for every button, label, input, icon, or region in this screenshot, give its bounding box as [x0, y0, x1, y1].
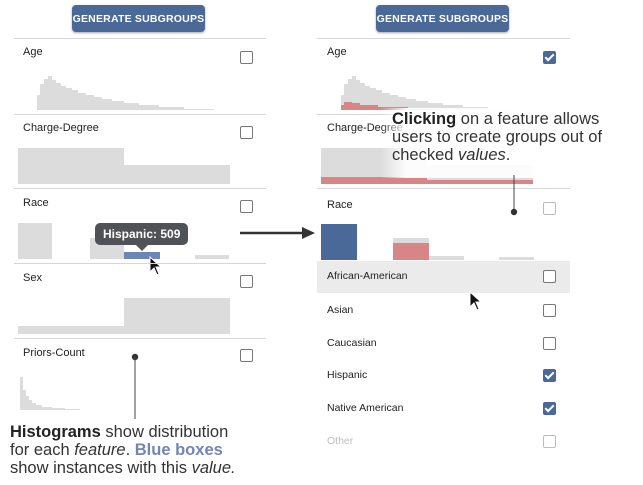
histogram-bar	[18, 223, 52, 259]
checkbox-native-american-checked[interactable]	[543, 402, 556, 415]
divider	[14, 188, 266, 189]
histogram-age	[34, 76, 214, 110]
histogram-bar	[124, 298, 230, 334]
checkbox-priors-count[interactable]	[240, 349, 253, 362]
mouse-cursor-icon	[149, 256, 163, 276]
marker-triangle-icon	[139, 246, 145, 251]
checkbox-age[interactable]	[240, 51, 253, 64]
checkbox-caucasian[interactable]	[543, 337, 556, 350]
annotation-pointer	[131, 353, 139, 419]
histogram-bar	[429, 256, 464, 260]
annotation-histograms: Histograms show distribution for each fe…	[10, 423, 236, 477]
race-value-label: Hispanic	[327, 369, 368, 381]
annotation-pointer	[510, 175, 518, 216]
feature-label-age: Age	[23, 46, 43, 58]
histogram-bar-red	[393, 243, 429, 260]
checkbox-race[interactable]	[543, 202, 556, 215]
divider	[14, 114, 266, 115]
mouse-cursor-icon	[469, 291, 483, 311]
annotation-clicking: Clicking on a feature allows users to cr…	[392, 110, 603, 164]
feature-label-age: Age	[327, 46, 347, 58]
feature-label-race: Race	[23, 197, 49, 209]
checkbox-charge-degree[interactable]	[240, 126, 253, 139]
checkbox-age-checked[interactable]	[543, 51, 556, 64]
checkbox-asian[interactable]	[543, 304, 556, 317]
divider	[14, 338, 266, 339]
tooltip-hispanic: Hispanic: 509	[95, 223, 189, 251]
feature-label-sex: Sex	[23, 272, 42, 284]
generate-subgroups-button-left[interactable]: GENERATE SUBGROUPS	[72, 5, 205, 32]
divider	[14, 38, 266, 39]
divider	[317, 188, 570, 189]
generate-subgroups-button-right[interactable]: GENERATE SUBGROUPS	[376, 5, 509, 32]
histogram-bar	[18, 148, 124, 184]
histogram-priors-count	[20, 377, 80, 410]
divider	[14, 263, 266, 264]
feature-label-priors-count: Priors-Count	[23, 347, 85, 359]
histogram-bar	[18, 326, 124, 334]
race-value-label: Caucasian	[327, 337, 377, 349]
feature-label-charge-degree: Charge-Degree	[23, 122, 99, 134]
histogram-age	[338, 76, 518, 110]
divider	[317, 38, 570, 39]
histogram-bar	[499, 257, 534, 260]
checkbox-hispanic-checked[interactable]	[543, 369, 556, 382]
checkbox-race[interactable]	[240, 200, 253, 213]
race-value-label: Asian	[327, 304, 354, 316]
histogram-bar	[195, 255, 229, 259]
right-arrow-icon	[240, 227, 315, 239]
race-value-label: African-American	[327, 270, 408, 282]
checkbox-sex[interactable]	[240, 275, 253, 288]
list-fade	[317, 446, 570, 485]
histogram-bar-red	[321, 177, 427, 184]
checkbox-african-american[interactable]	[543, 270, 556, 283]
histogram-bar	[124, 165, 230, 184]
histogram-bar-selected	[321, 224, 357, 260]
race-value-label: Native American	[327, 402, 404, 414]
feature-label-race: Race	[327, 199, 353, 211]
